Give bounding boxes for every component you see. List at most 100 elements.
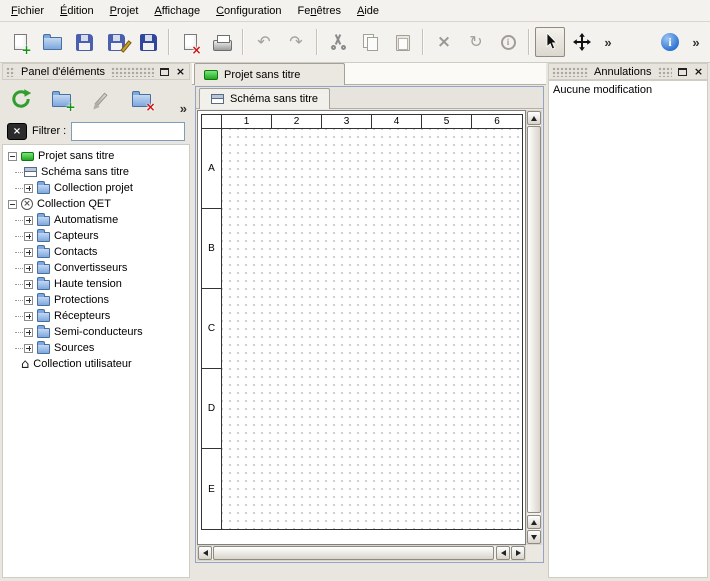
tree-item-convertisseurs[interactable]: Convertisseurs — [3, 260, 189, 276]
close-dock-button[interactable]: × — [173, 65, 188, 78]
tree-item-sources[interactable]: Sources — [3, 340, 189, 356]
tree-item-projet-sans-titre[interactable]: Projet sans titre — [3, 148, 189, 164]
filter-input[interactable] — [71, 122, 185, 141]
plus-badge-icon — [65, 101, 75, 113]
toolbar-extension-button[interactable]: » — [687, 27, 705, 57]
tree-item-contacts[interactable]: Contacts — [3, 244, 189, 260]
vertical-scroll-thumb[interactable] — [527, 126, 541, 513]
vertical-scrollbar[interactable] — [526, 110, 542, 545]
expand-expander-icon[interactable] — [24, 296, 33, 305]
expand-expander-icon[interactable] — [24, 248, 33, 257]
tree-item-collection-utilisateur[interactable]: Collection utilisateur — [3, 356, 189, 372]
collapse-expander-icon[interactable] — [8, 200, 17, 209]
collapse-expander-icon[interactable] — [8, 152, 17, 161]
paste-button[interactable] — [387, 27, 417, 57]
dock-grip[interactable] — [6, 67, 15, 77]
tree-item-semi-conducteurs[interactable]: Semi-conducteurs — [3, 324, 189, 340]
menu-fenetres[interactable]: Fenêtres — [290, 2, 349, 20]
elements-toolbar-overflow-button[interactable]: » — [180, 102, 187, 115]
column-header: 5 — [422, 115, 472, 129]
new-element-button[interactable] — [45, 83, 77, 115]
edit-element-button[interactable] — [85, 83, 117, 115]
close-file-button[interactable] — [175, 27, 205, 57]
undo-empty-item[interactable]: Aucune modification — [553, 84, 703, 96]
expand-expander-icon[interactable] — [24, 344, 33, 353]
undo-history-titlebar[interactable]: Annulations × — [548, 63, 708, 80]
elements-panel-dock: Panel d'éléments × » × Filtrer : Projet … — [2, 63, 190, 578]
delete-element-button[interactable] — [125, 83, 157, 115]
menu-projet[interactable]: Projet — [102, 2, 147, 20]
elements-panel-titlebar[interactable]: Panel d'éléments × — [2, 63, 190, 80]
save-icon — [76, 34, 93, 51]
clear-filter-button[interactable]: × — [7, 123, 27, 140]
information-icon — [501, 35, 516, 50]
save-button[interactable] — [69, 27, 99, 57]
tree-item-schema-sans-titre[interactable]: Schéma sans titre — [3, 164, 189, 180]
scroll-down-button[interactable] — [527, 530, 541, 544]
scroll-right-button[interactable] — [511, 546, 525, 560]
mdi-area: Projet sans titre Schéma sans titre 1 2 … — [192, 63, 546, 578]
expand-expander-icon[interactable] — [24, 280, 33, 289]
menu-edition[interactable]: Édition — [52, 2, 102, 20]
expand-expander-icon[interactable] — [24, 328, 33, 337]
pencil-icon — [94, 92, 107, 106]
save-all-button[interactable] — [133, 27, 163, 57]
tab-schema-sans-titre[interactable]: Schéma sans titre — [199, 88, 330, 109]
tree-item-collection-projet[interactable]: Collection projet — [3, 180, 189, 196]
copy-button[interactable] — [355, 27, 385, 57]
move-tool-button[interactable] — [567, 27, 597, 57]
expand-expander-icon[interactable] — [24, 216, 33, 225]
tab-projet-sans-titre[interactable]: Projet sans titre — [194, 63, 345, 85]
x-badge-icon — [145, 101, 155, 113]
print-button[interactable] — [207, 27, 237, 57]
expand-expander-icon[interactable] — [24, 264, 33, 273]
redo-button[interactable]: ↷ — [281, 27, 311, 57]
diagram-canvas[interactable]: 1 2 3 4 5 6 A B C D E — [197, 110, 526, 545]
triangle-up-icon — [531, 116, 537, 121]
rotate-button[interactable]: ↻ — [461, 27, 491, 57]
menu-configuration[interactable]: Configuration — [208, 2, 289, 20]
triangle-down-icon — [531, 535, 537, 540]
float-dock-button[interactable] — [157, 65, 172, 78]
cursor-arrow-icon — [544, 33, 557, 51]
undo-button[interactable]: ↶ — [249, 27, 279, 57]
cut-button[interactable] — [323, 27, 353, 57]
schema-grid[interactable] — [222, 129, 522, 529]
scroll-up-button[interactable] — [527, 515, 541, 529]
horizontal-scroll-thumb[interactable] — [213, 546, 494, 560]
expand-expander-icon[interactable] — [24, 184, 33, 193]
scroll-left-button[interactable] — [496, 546, 510, 560]
menu-aide[interactable]: Aide — [349, 2, 387, 20]
information-button[interactable] — [493, 27, 523, 57]
elements-tree: Projet sans titre Schéma sans titre Coll… — [2, 144, 190, 578]
delete-button[interactable]: × — [429, 27, 459, 57]
tree-item-protections[interactable]: Protections — [3, 292, 189, 308]
new-document-button[interactable] — [5, 27, 35, 57]
triangle-left-icon — [203, 550, 208, 556]
tree-item-haute-tension[interactable]: Haute tension — [3, 276, 189, 292]
scroll-up-button[interactable] — [527, 111, 541, 125]
dock-grip[interactable] — [552, 67, 588, 77]
dock-grip[interactable] — [111, 67, 154, 77]
toolbar-overflow-button[interactable]: » — [599, 27, 617, 57]
select-tool-button[interactable] — [535, 27, 565, 57]
tree-item-collection-qet[interactable]: Collection QET — [3, 196, 189, 212]
about-qet-button[interactable] — [655, 27, 685, 57]
menu-affichage[interactable]: Affichage — [146, 2, 208, 20]
expand-expander-icon[interactable] — [24, 312, 33, 321]
close-dock-button[interactable]: × — [691, 65, 706, 78]
tree-item-recepteurs[interactable]: Récepteurs — [3, 308, 189, 324]
open-project-button[interactable] — [37, 27, 67, 57]
float-icon — [678, 68, 687, 76]
tree-item-label: Contacts — [54, 246, 97, 258]
horizontal-scrollbar[interactable] — [197, 545, 526, 561]
tree-item-automatisme[interactable]: Automatisme — [3, 212, 189, 228]
save-as-button[interactable] — [101, 27, 131, 57]
dock-grip[interactable] — [658, 67, 673, 77]
expand-expander-icon[interactable] — [24, 232, 33, 241]
menu-fichier[interactable]: Fichier — [3, 2, 52, 20]
scroll-left-button[interactable] — [198, 546, 212, 560]
reload-collections-button[interactable] — [5, 83, 37, 115]
float-dock-button[interactable] — [675, 65, 690, 78]
tree-item-capteurs[interactable]: Capteurs — [3, 228, 189, 244]
